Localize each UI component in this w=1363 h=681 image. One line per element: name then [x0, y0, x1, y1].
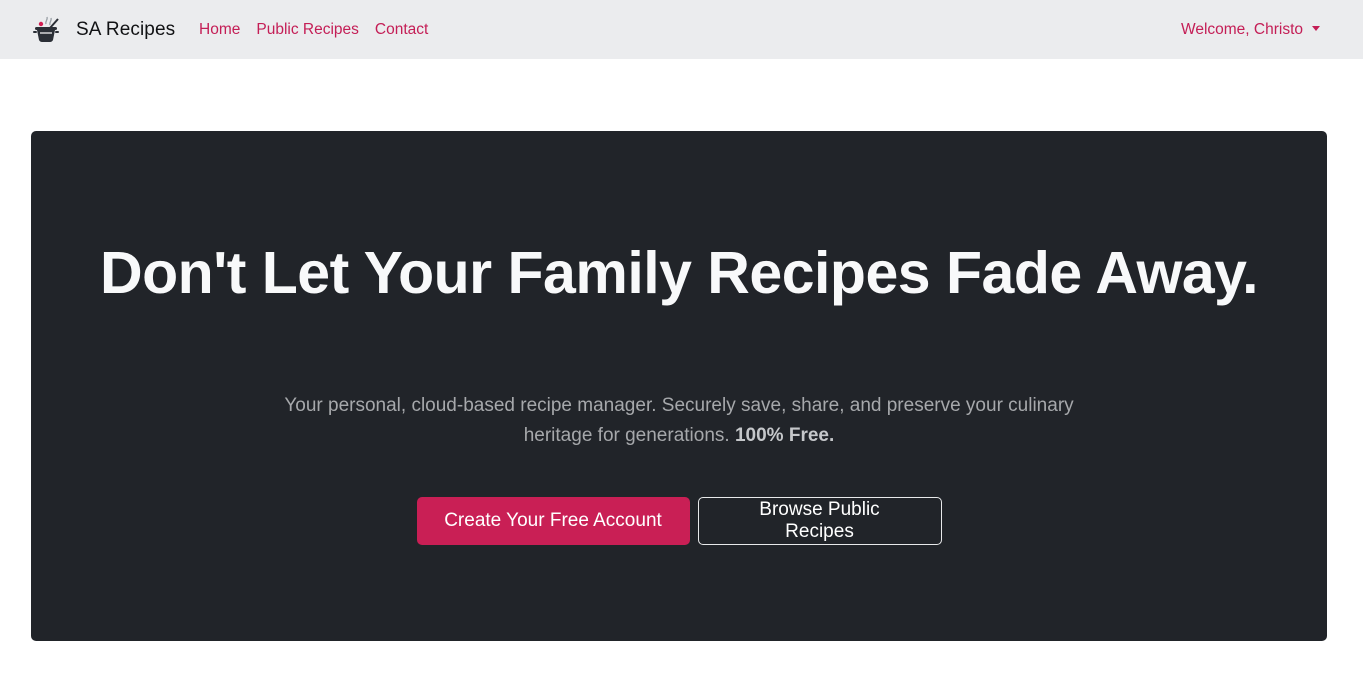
user-menu-label: Welcome, Christo [1180, 20, 1303, 38]
hero-text: Your personal, cloud-based recipe manage… [279, 391, 1079, 451]
top-navbar: SA Recipes Home Public Recipes Contact W… [0, 0, 1363, 59]
cooking-pot-icon [33, 16, 59, 42]
hero-text-body: Your personal, cloud-based recipe manage… [284, 395, 1074, 446]
hero-section: Don't Let Your Family Recipes Fade Away.… [31, 131, 1327, 641]
caret-down-icon [1312, 26, 1320, 31]
nav-link-public-recipes[interactable]: Public Recipes [256, 21, 359, 39]
nav-links: Home Public Recipes Contact [199, 0, 444, 59]
nav-link-contact[interactable]: Contact [375, 21, 428, 39]
create-account-button[interactable]: Create Your Free Account [416, 497, 690, 545]
hero-button-row: Create Your Free Account Browse Public R… [31, 497, 1327, 545]
brand-link[interactable]: SA Recipes [32, 14, 175, 46]
user-menu-toggle[interactable]: Welcome, Christo [1181, 0, 1320, 59]
hero-title: Don't Let Your Family Recipes Fade Away. [100, 240, 1258, 306]
browse-public-recipes-button[interactable]: Browse Public Recipes [697, 497, 942, 545]
brand-name: SA Recipes [76, 19, 176, 40]
hero-text-emphasis: 100% Free. [734, 425, 835, 446]
nav-link-home[interactable]: Home [199, 21, 240, 39]
